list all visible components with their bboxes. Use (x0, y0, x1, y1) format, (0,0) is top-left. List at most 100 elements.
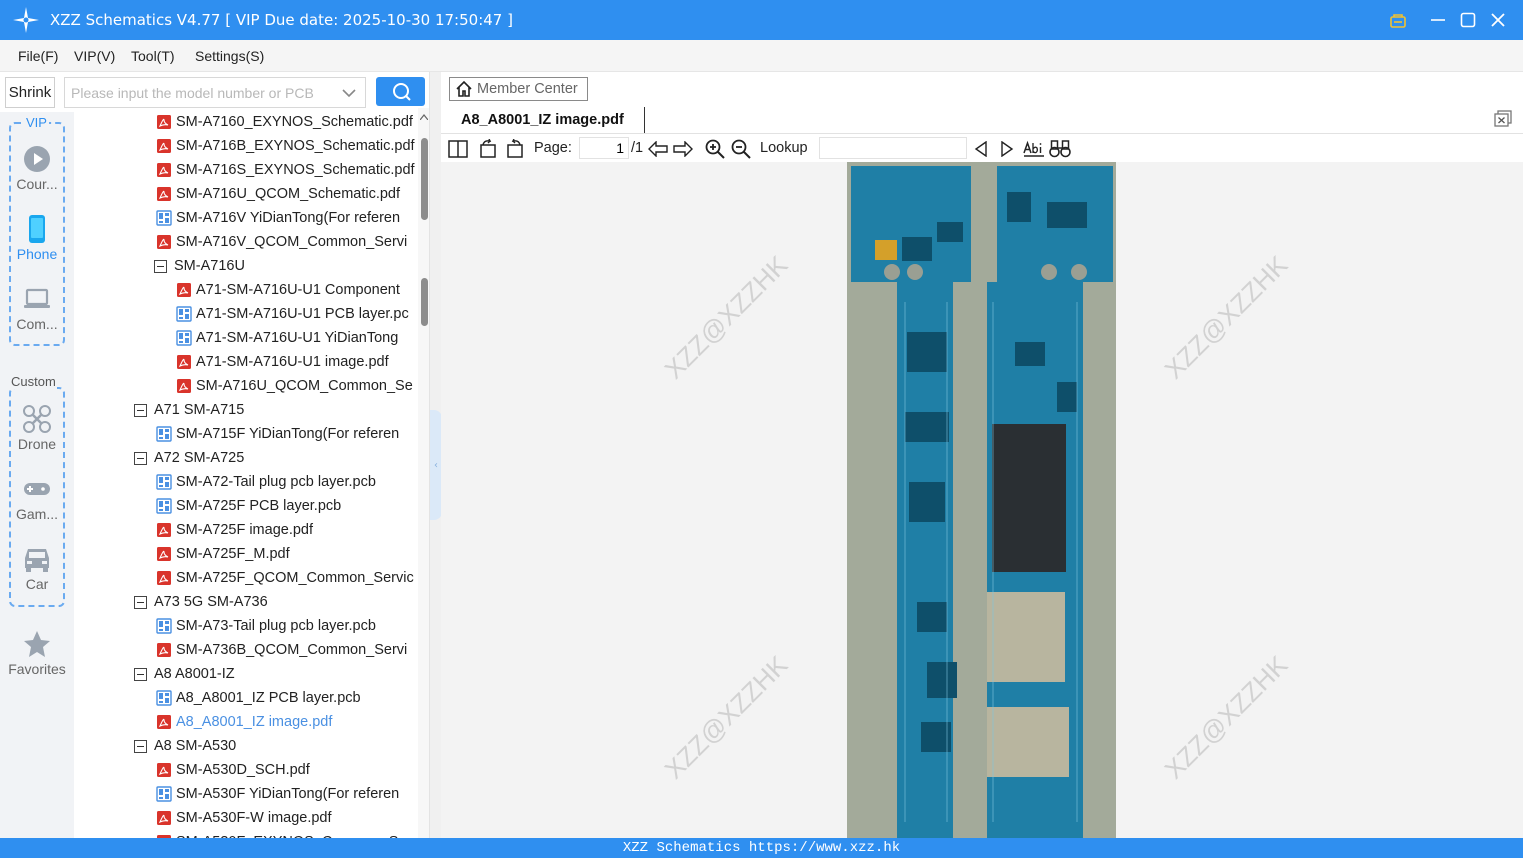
tree-file-row[interactable]: SM-A725F image.pdf (156, 518, 313, 542)
collapse-toggle-icon[interactable] (134, 451, 147, 465)
tree-file-row[interactable]: SM-A715F YiDianTong(For referen (156, 422, 399, 446)
category-phone[interactable]: Phone (0, 214, 74, 276)
pcb-file-icon (156, 690, 172, 706)
find-all-button[interactable] (1049, 138, 1071, 160)
toggle-pages-button[interactable] (447, 138, 469, 160)
maximize-button[interactable] (1456, 8, 1480, 32)
match-case-button[interactable] (1023, 138, 1045, 160)
category-game[interactable]: Gam... (0, 474, 74, 536)
tree-file-row[interactable]: SM-A725F_M.pdf (156, 542, 290, 566)
tree-file-row[interactable]: SM-A530F YiDianTong(For referen (156, 782, 399, 806)
document-viewer[interactable]: XZZ@XZZHK XZZ@XZZHK XZZ@XZZHK XZZ@XZZHK (441, 162, 1523, 838)
prev-page-button[interactable] (647, 138, 669, 160)
next-page-button[interactable] (672, 138, 694, 160)
close-button[interactable] (1486, 8, 1510, 32)
tree-file-row[interactable]: SM-A7160_EXYNOS_Schematic.pdf (156, 110, 413, 134)
category-label: Car (25, 576, 49, 592)
tree-file-row[interactable]: SM-A716V YiDianTong(For referen (156, 206, 400, 230)
pdf-file-icon (157, 547, 171, 561)
category-rail: VIP Custom Cour... Phone Com... Drone Ga… (0, 112, 74, 838)
tree-item-label: SM-A736B_QCOM_Common_Servi (176, 642, 408, 658)
triangle-right-icon (1001, 141, 1014, 157)
close-tab-icon[interactable] (1493, 110, 1513, 128)
minimize-icon (1431, 19, 1445, 21)
scrollbar-thumb[interactable] (421, 278, 428, 326)
page-number-input[interactable] (579, 137, 629, 159)
category-drone[interactable]: Drone (0, 404, 74, 466)
category-car[interactable]: Car (0, 544, 74, 606)
collapse-toggle-icon[interactable] (134, 667, 147, 681)
tree-file-row[interactable]: SM-A716B_EXYNOS_Schematic.pdf (156, 134, 415, 158)
close-icon (1491, 13, 1505, 27)
tree-file-row[interactable]: SM-A530F_EXYNOS_Common_S (156, 830, 398, 838)
model-search-combobox[interactable] (64, 77, 366, 108)
collapse-toggle-icon[interactable] (134, 403, 147, 417)
tree-item-label: A71-SM-A716U-U1 YiDianTong (196, 330, 399, 346)
category-courses[interactable]: Cour... (0, 144, 74, 206)
tree-item-label: A8_A8001_IZ PCB layer.pcb (176, 690, 361, 706)
window-title: XZZ Schematics V4.77 [ VIP Due date: 202… (50, 11, 513, 29)
tree-file-row[interactable]: A8_A8001_IZ image.pdf (156, 710, 332, 734)
minimize-button[interactable] (1426, 8, 1450, 32)
find-next-button[interactable] (996, 138, 1018, 160)
menu-vip[interactable]: VIP(V) (74, 48, 115, 64)
tree-item-label: SM-A530D_SCH.pdf (176, 762, 310, 778)
search-input[interactable] (71, 82, 333, 104)
tree-folder-row[interactable]: A8 A8001-IZ (134, 662, 235, 686)
gamepad-icon (24, 483, 50, 495)
tree-file-row[interactable]: SM-A716V_QCOM_Common_Servi (156, 230, 407, 254)
tree-file-row[interactable]: SM-A736B_QCOM_Common_Servi (156, 638, 407, 662)
find-prev-button[interactable] (970, 138, 992, 160)
tree-file-row[interactable]: A71-SM-A716U-U1 image.pdf (176, 350, 389, 374)
tree-folder-row[interactable]: A72 SM-A725 (134, 446, 244, 470)
tree-file-row[interactable]: A8_A8001_IZ PCB layer.pcb (156, 686, 361, 710)
tree-file-row[interactable]: A71-SM-A716U-U1 PCB layer.pc (176, 302, 409, 326)
pcb-file-icon (156, 786, 172, 802)
tree-item-label: SM-A725F image.pdf (176, 522, 314, 538)
tree-file-row[interactable]: A71-SM-A716U-U1 Component (176, 278, 400, 302)
tree-folder-row[interactable]: A73 5G SM-A736 (134, 590, 268, 614)
menu-settings[interactable]: Settings(S) (195, 48, 264, 64)
tree-file-row[interactable]: SM-A725F_QCOM_Common_Servic (156, 566, 414, 590)
category-computer[interactable]: Com... (0, 284, 74, 346)
document-tab[interactable]: A8_A8001_IZ image.pdf (449, 107, 645, 133)
collapse-toggle-icon[interactable] (134, 739, 147, 753)
search-button[interactable] (376, 77, 425, 106)
collapse-toggle-icon[interactable] (154, 259, 167, 273)
collapse-toggle-icon[interactable] (134, 595, 147, 609)
favorites-button[interactable]: Favorites (0, 629, 74, 691)
tree-item-label: A8 SM-A530 (154, 738, 237, 754)
chevron-left-icon: ‹ (434, 459, 438, 471)
car-icon (25, 549, 49, 572)
chevron-down-icon[interactable] (341, 86, 357, 100)
menu-file[interactable]: File(F) (18, 48, 58, 64)
pdf-file-icon (157, 763, 171, 777)
menu-tool[interactable]: Tool(T) (131, 48, 175, 64)
tree-file-row[interactable]: A71-SM-A716U-U1 YiDianTong (176, 326, 398, 350)
tree-item-label: A72 SM-A725 (154, 450, 245, 466)
tree-folder-row[interactable]: A8 SM-A530 (134, 734, 236, 758)
tree-file-row[interactable]: SM-A530F-W image.pdf (156, 806, 332, 830)
tree-folder-row[interactable]: SM-A716U (154, 254, 245, 278)
tree-file-row[interactable]: SM-A716U_QCOM_Common_Se (176, 374, 413, 398)
tree-file-row[interactable]: SM-A716U_QCOM_Schematic.pdf (156, 182, 400, 206)
rotate-right-button[interactable] (504, 138, 526, 160)
tree-file-row[interactable]: SM-A725F PCB layer.pcb (156, 494, 341, 518)
tree-folder-row[interactable]: A71 SM-A715 (134, 398, 244, 422)
rotate-left-button[interactable] (477, 138, 499, 160)
tree-item-label: SM-A530F-W image.pdf (176, 810, 332, 826)
scroll-up-icon[interactable] (420, 114, 428, 120)
member-center-button[interactable]: Member Center (449, 77, 588, 101)
zoom-out-button[interactable] (730, 138, 752, 160)
scrollbar-thumb[interactable] (421, 138, 428, 220)
tree-file-row[interactable]: SM-A530D_SCH.pdf (156, 758, 310, 782)
tree-file-row[interactable]: SM-A72-Tail plug pcb layer.pcb (156, 470, 376, 494)
tree-file-row[interactable]: SM-A716S_EXYNOS_Schematic.pdf (156, 158, 415, 182)
tree-item-label: SM-A716U (174, 258, 245, 274)
zoom-in-button[interactable] (704, 138, 726, 160)
tree-file-row[interactable]: SM-A73-Tail plug pcb layer.pcb (156, 614, 376, 638)
pcb-board-image (847, 162, 1116, 838)
shrink-button[interactable]: Shrink (5, 77, 55, 108)
vip-lock-button[interactable] (1386, 8, 1410, 32)
lookup-input[interactable] (819, 137, 967, 159)
